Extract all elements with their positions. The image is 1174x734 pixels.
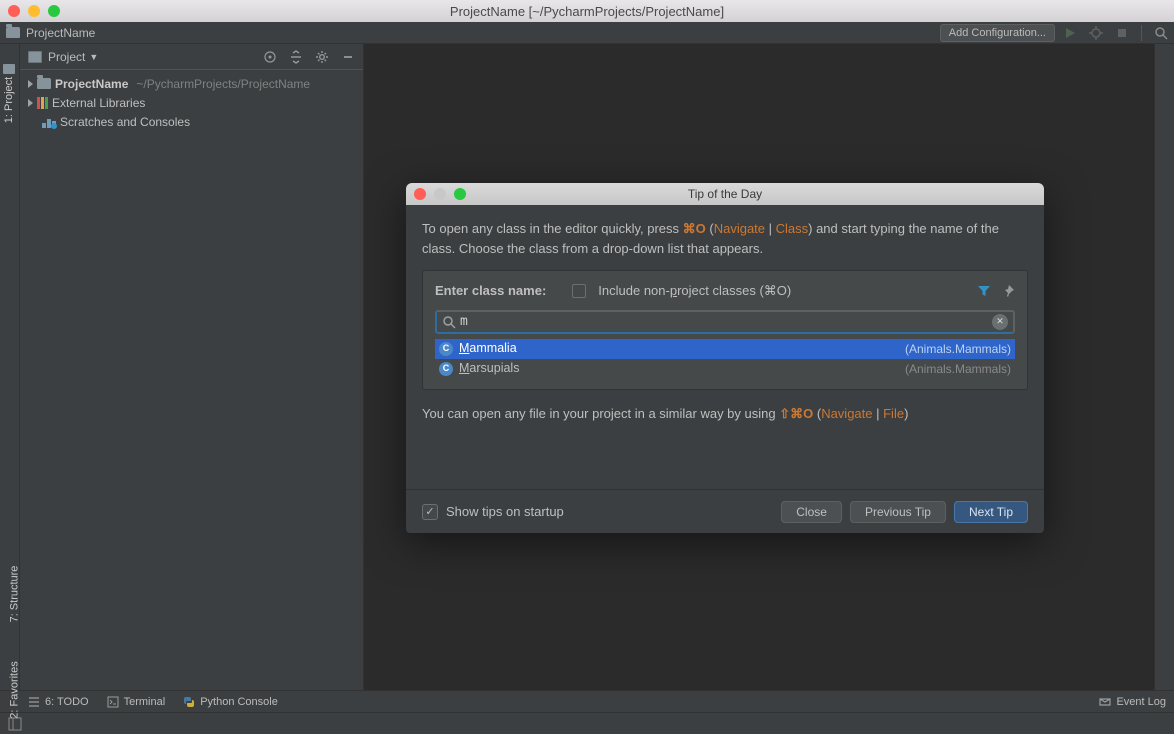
minimize-window-icon[interactable] xyxy=(28,5,40,17)
tool-windows-icon[interactable] xyxy=(8,717,22,731)
clear-search-icon[interactable] xyxy=(992,314,1008,330)
search-label: Enter class name: xyxy=(435,281,546,301)
folder-icon xyxy=(6,27,20,38)
tree-node-name: Scratches and Consoles xyxy=(60,115,190,129)
project-panel-header[interactable]: Project ▼ xyxy=(20,44,363,70)
expand-arrow-icon[interactable] xyxy=(28,80,33,88)
project-panel-title: Project xyxy=(48,50,85,64)
status-terminal[interactable]: Terminal xyxy=(107,696,166,708)
window-title: ProjectName [~/PycharmProjects/ProjectNa… xyxy=(0,4,1174,19)
expand-arrow-icon[interactable] xyxy=(28,99,33,107)
tool-window-tab-project[interactable]: 1: Project xyxy=(3,77,15,123)
expand-all-icon[interactable] xyxy=(289,50,303,64)
class-icon: C xyxy=(439,362,453,376)
left-gutter: 1: Project 7: Structure 2: Favorites xyxy=(0,44,20,690)
search-results[interactable]: C Mammalia (Animals.Mammals) C Marsupial… xyxy=(435,339,1015,379)
class-search-input[interactable] xyxy=(460,314,992,329)
tree-scratches[interactable]: Scratches and Consoles xyxy=(20,112,363,131)
shortcut-text: ⌘O xyxy=(683,221,706,236)
breadcrumb[interactable]: ProjectName xyxy=(26,26,95,40)
close-window-icon[interactable] xyxy=(8,5,20,17)
project-tree[interactable]: ProjectName ~/PycharmProjects/ProjectNam… xyxy=(20,70,363,135)
window-titlebar: ProjectName [~/PycharmProjects/ProjectNa… xyxy=(0,0,1174,22)
shortcut-text: ⇧⌘O xyxy=(779,406,813,421)
stop-icon[interactable] xyxy=(1115,26,1129,40)
debug-icon[interactable] xyxy=(1089,26,1103,40)
tree-external-libraries[interactable]: External Libraries xyxy=(20,93,363,112)
right-gutter xyxy=(1154,44,1174,690)
search-icon[interactable] xyxy=(1154,26,1168,40)
chevron-down-icon[interactable]: ▼ xyxy=(89,52,98,62)
status-event-log[interactable]: Event Log xyxy=(1099,696,1166,708)
pin-icon[interactable] xyxy=(1001,284,1015,298)
project-tool-window: Project ▼ ProjectName ~/PycharmProjects/… xyxy=(20,44,364,690)
status-bar: 6: TODO Terminal Python Console Event Lo… xyxy=(0,690,1174,712)
tree-node-name: ProjectName xyxy=(55,77,128,91)
search-result-row[interactable]: C Mammalia (Animals.Mammals) xyxy=(435,339,1015,359)
add-configuration-button[interactable]: Add Configuration... xyxy=(940,24,1055,42)
tree-root-node[interactable]: ProjectName ~/PycharmProjects/ProjectNam… xyxy=(20,74,363,93)
tool-window-tab-structure[interactable]: 7: Structure xyxy=(8,566,20,623)
search-result-row[interactable]: C Marsupials (Animals.Mammals) xyxy=(435,359,1015,379)
close-dialog-icon[interactable] xyxy=(414,188,426,200)
search-icon xyxy=(442,315,456,329)
example-screenshot: Enter class name: Include non-project cl… xyxy=(422,270,1028,390)
scratches-icon xyxy=(42,116,56,128)
show-tips-label: Show tips on startup xyxy=(446,504,773,519)
breadcrumb-bar: ProjectName Add Configuration... xyxy=(0,22,1174,44)
include-nonproject-checkbox[interactable] xyxy=(572,284,586,298)
dialog-title: Tip of the Day xyxy=(406,187,1044,201)
minimize-dialog-icon xyxy=(434,188,446,200)
class-search-field[interactable] xyxy=(435,310,1015,334)
libraries-icon xyxy=(37,97,48,109)
locate-icon[interactable] xyxy=(263,50,277,64)
folder-icon xyxy=(3,64,15,74)
include-nonproject-label: Include non-project classes (⌘O) xyxy=(598,281,969,301)
result-package: (Animals.Mammals) xyxy=(905,360,1011,378)
tree-node-name: External Libraries xyxy=(52,96,145,110)
maximize-window-icon[interactable] xyxy=(48,5,60,17)
result-name: Marsupials xyxy=(459,359,899,378)
tip-of-day-dialog: Tip of the Day To open any class in the … xyxy=(406,183,1044,533)
tip-paragraph-2: You can open any file in your project in… xyxy=(422,404,1028,424)
close-button[interactable]: Close xyxy=(781,501,842,523)
dialog-footer: Show tips on startup Close Previous Tip … xyxy=(406,489,1044,533)
zoom-dialog-icon[interactable] xyxy=(454,188,466,200)
result-package: (Animals.Mammals) xyxy=(905,340,1011,358)
previous-tip-button[interactable]: Previous Tip xyxy=(850,501,946,523)
project-view-icon xyxy=(28,51,42,63)
run-icon[interactable] xyxy=(1063,26,1077,40)
status-python-console[interactable]: Python Console xyxy=(183,696,278,708)
hide-icon[interactable] xyxy=(341,50,355,64)
gear-icon[interactable] xyxy=(315,50,329,64)
filter-icon[interactable] xyxy=(977,284,991,298)
show-tips-checkbox[interactable] xyxy=(422,504,438,520)
tree-node-path: ~/PycharmProjects/ProjectName xyxy=(136,77,310,91)
tip-paragraph-1: To open any class in the editor quickly,… xyxy=(422,219,1028,258)
class-icon: C xyxy=(439,342,453,356)
result-name: Mammalia xyxy=(459,339,899,358)
bottom-strip xyxy=(0,712,1174,734)
status-todo[interactable]: 6: TODO xyxy=(28,696,89,708)
tool-window-tab-favorites[interactable]: 2: Favorites xyxy=(9,661,21,718)
folder-icon xyxy=(37,78,51,89)
dialog-titlebar: Tip of the Day xyxy=(406,183,1044,205)
next-tip-button[interactable]: Next Tip xyxy=(954,501,1028,523)
